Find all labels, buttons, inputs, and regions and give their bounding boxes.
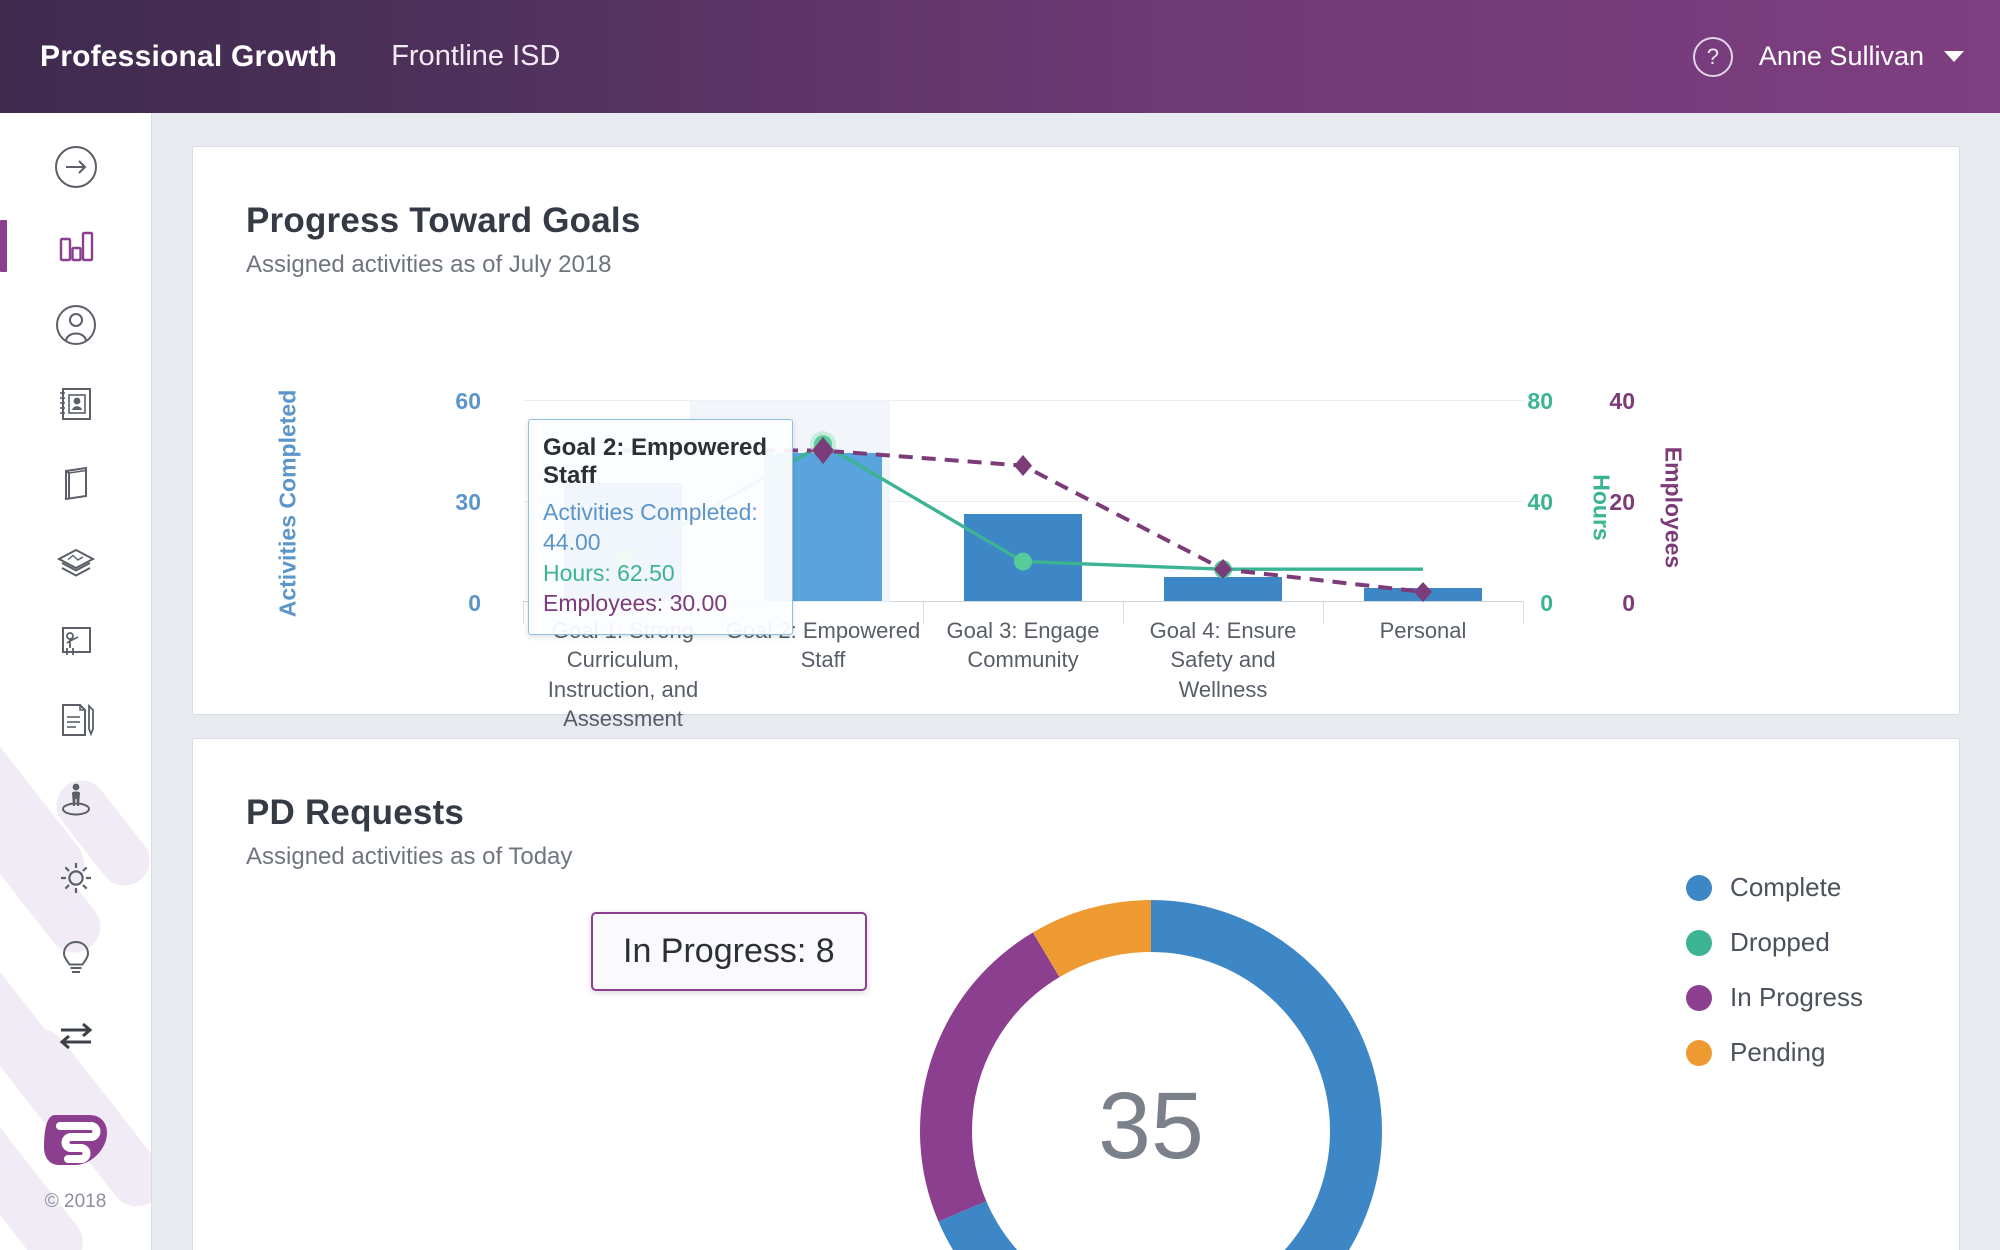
bar-chart-icon [59,231,93,261]
pd-legend-item-complete[interactable]: Complete [1686,872,1863,903]
y3-tick-40: 40 [1609,388,1635,414]
pd-requests-legend: Complete Dropped In Progress Pending [1686,872,1863,1068]
sidebar-item-transfers[interactable] [0,996,151,1075]
pd-legend-item-pending[interactable]: Pending [1686,1037,1863,1068]
pd-requests-title: PD Requests [246,793,465,832]
y-tick-60: 60 [455,388,481,414]
x-label-personal: Personal [1379,618,1467,643]
presenter-board-icon [61,626,91,655]
y3-tick-0: 0 [1622,590,1635,616]
x-separator [1523,602,1524,624]
copyright-text: © 2018 [44,1191,107,1212]
user-menu[interactable]: Anne Sullivan [1759,41,1964,72]
organization-name: Frontline ISD [391,40,561,72]
y-tick-30: 30 [455,489,481,515]
frontline-logo-icon [43,1115,107,1165]
sidebar-item-evaluations[interactable] [0,680,151,759]
lightbulb-icon [62,940,89,973]
arrow-right-circle-icon [54,145,97,188]
app-title: Professional Growth [40,39,338,73]
pd-requests-donut-chart: 35 [881,861,1421,1250]
sidebar-item-directory[interactable] [0,364,151,443]
gridline-60 [523,400,1523,401]
document-pencil-icon [61,703,94,736]
x-label-goal-3: Goal 3: Engage Community [946,618,1100,673]
transfer-arrows-icon [59,1022,92,1049]
pd-requests-subtitle: Assigned activities as of Today [246,843,573,870]
x-label-goal-4: Goal 4: Ensure Safety and Wellness [1149,618,1297,702]
legend-dot-icon [1686,1039,1713,1066]
pd-legend-label: Dropped [1730,927,1830,957]
sidebar-item-resources[interactable] [0,522,151,601]
sidebar-item-profile[interactable] [0,285,151,364]
sidebar-item-catalog[interactable] [0,443,151,522]
tooltip-title: Goal 2: Empowered Staff [543,434,768,489]
sidebar-item-list [0,113,151,1075]
tooltip-activities-value: 44.00 [543,529,601,556]
tooltip-hours-value: 62.50 [617,559,675,586]
person-stage-icon [61,783,90,815]
sidebar-item-growth-plan[interactable] [0,759,151,838]
tooltip-employees-row: Employees: 30.00 [543,588,776,618]
pd-legend-item-in-progress[interactable]: In Progress [1686,982,1863,1013]
sidebar-item-settings[interactable] [0,838,151,917]
pd-chart-tooltip: In Progress: 8 [591,912,867,991]
chart-tooltip: Goal 2: Empowered Staff Activities Compl… [528,419,793,636]
tooltip-hours-label: Hours: [543,559,611,586]
chevron-down-icon [1944,51,1964,62]
tooltip-activities-row: Activities Completed: 44.00 [543,497,776,558]
pd-legend-item-dropped[interactable]: Dropped [1686,927,1863,958]
goals-combo-chart: Activities Completed Hours Employees 60 … [193,282,1961,760]
tooltip-employees-value: 30.00 [669,590,728,617]
sidebar-item-expand-menu[interactable] [0,127,151,206]
sidebar-item-insights[interactable] [0,917,151,996]
address-book-icon [59,387,91,420]
gear-icon [60,862,91,893]
y3-axis-title-employees: Employees [1660,446,1687,569]
sidebar-item-training[interactable] [0,601,151,680]
bar-personal[interactable] [1364,587,1482,601]
page-title: Progress Toward Goals [246,201,641,240]
legend-dot-icon [1686,984,1713,1011]
tooltip-activities-label: Activities Completed: [543,499,758,525]
header-actions: ? Anne Sullivan [1692,36,1964,77]
app-header: Professional Growth Frontline ISD ? Anne… [0,0,2000,113]
bar-goal-4[interactable] [1164,577,1282,601]
pd-requests-card: PD Requests Assigned activities as of To… [192,738,1960,1250]
pd-legend-label: Pending [1730,1037,1826,1067]
sidebar-nav: © 2018 [0,113,152,1250]
tooltip-hours-row: Hours: 62.50 [543,558,776,588]
layers-icon [56,548,95,577]
card-subtitle: Assigned activities as of July 2018 [246,251,612,278]
user-circle-icon [55,304,96,345]
question-circle-icon[interactable]: ? [1692,36,1733,77]
y-axis-title-activities: Activities Completed [274,389,301,618]
progress-toward-goals-card: Progress Toward Goals Assigned activitie… [192,146,1961,885]
legend-dot-icon [1686,874,1713,901]
main-content: Progress Toward Goals Assigned activitie… [152,113,2000,1250]
y-tick-0: 0 [468,590,481,616]
sidebar-item-dashboard[interactable] [0,206,151,285]
tooltip-employees-label: Employees: [543,590,664,617]
pd-legend-label: In Progress [1730,982,1863,1012]
y3-tick-20: 20 [1609,489,1635,515]
book-icon [64,466,87,500]
bar-goal-3[interactable] [964,513,1082,601]
pd-legend-label: Complete [1730,872,1842,902]
legend-dot-icon [1686,929,1713,956]
donut-center-value: 35 [1098,1072,1204,1179]
user-name: Anne Sullivan [1758,41,1924,71]
